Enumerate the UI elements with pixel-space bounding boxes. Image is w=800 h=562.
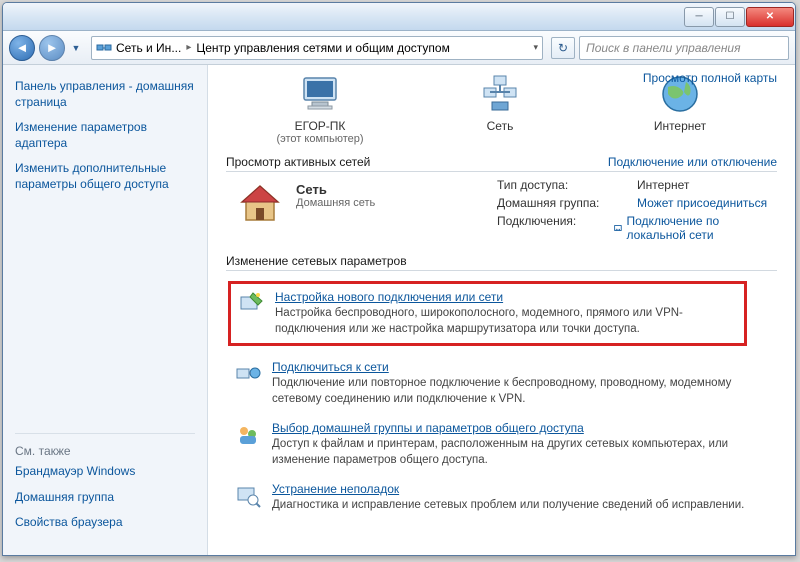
nav-history-dropdown[interactable]: ▼ xyxy=(69,35,83,61)
network-icon xyxy=(440,71,560,117)
home-network-icon xyxy=(238,182,282,226)
kv-key: Подключения: xyxy=(497,214,613,242)
homegroup-icon xyxy=(234,421,262,449)
task-title-link[interactable]: Подключиться к сети xyxy=(272,360,777,374)
breadcrumb-segment[interactable]: Центр управления сетями и общим доступом xyxy=(196,41,450,55)
network-type: Домашняя сеть xyxy=(296,197,375,209)
task-description: Настройка беспроводного, широкополосного… xyxy=(275,306,738,337)
network-name: Сеть xyxy=(296,182,375,197)
kv-key: Домашняя группа: xyxy=(497,196,637,210)
sidebar-link-home[interactable]: Панель управления - домашняя страница xyxy=(15,79,195,110)
connect-icon xyxy=(234,360,262,388)
sidebar: Панель управления - домашняя страница Из… xyxy=(3,65,208,555)
section-change-settings: Изменение сетевых параметров xyxy=(226,254,777,271)
main-pane: Просмотр полной карты ЕГОР-ПК (этот комп… xyxy=(208,65,795,555)
sidebar-link-browser-properties[interactable]: Свойства браузера xyxy=(15,515,195,531)
task-description: Доступ к файлам и принтерам, расположенн… xyxy=(272,437,777,468)
kv-key: Тип доступа: xyxy=(497,178,637,192)
breadcrumb-segment[interactable]: Сеть и Ин... xyxy=(116,41,181,55)
breadcrumb-separator: ▸ xyxy=(181,42,196,53)
computer-icon xyxy=(260,71,380,117)
search-input[interactable]: Поиск в панели управления xyxy=(579,36,789,60)
connect-to-network-item[interactable]: Подключиться к сети Подключение или повт… xyxy=(234,360,777,407)
map-node-sublabel: (этот компьютер) xyxy=(260,133,380,145)
section-active-networks: Просмотр активных сетей Подключение или … xyxy=(226,155,777,172)
sidebar-link-firewall[interactable]: Брандмауэр Windows xyxy=(15,464,195,480)
titlebar: ─ ☐ ✕ xyxy=(3,3,795,31)
address-dropdown-icon[interactable]: ▾ xyxy=(529,42,538,53)
map-node-label: Сеть xyxy=(440,119,560,133)
minimize-button[interactable]: ─ xyxy=(684,7,714,27)
wizard-icon xyxy=(237,290,265,318)
task-description: Подключение или повторное подключение к … xyxy=(272,376,777,407)
control-panel-window: ─ ☐ ✕ ◄ ► ▼ Сеть и Ин... ▸ Центр управле… xyxy=(2,2,796,556)
view-full-map-link[interactable]: Просмотр полной карты xyxy=(643,71,777,85)
forward-button[interactable]: ► xyxy=(39,35,65,61)
troubleshoot-icon xyxy=(234,482,262,510)
kv-value: Интернет xyxy=(637,178,689,192)
refresh-button[interactable]: ↻ xyxy=(551,37,575,59)
task-title-link[interactable]: Выбор домашней группы и параметров общег… xyxy=(272,421,777,435)
connection-link[interactable]: Подключение по локальной сети xyxy=(613,214,777,242)
section-title: Просмотр активных сетей xyxy=(226,155,370,169)
map-node-label: ЕГОР-ПК xyxy=(260,119,380,133)
setup-new-connection-item[interactable]: Настройка нового подключения или сети На… xyxy=(228,281,747,346)
map-node-this-pc: ЕГОР-ПК (этот компьютер) xyxy=(260,71,380,145)
ethernet-icon xyxy=(613,222,623,234)
maximize-button[interactable]: ☐ xyxy=(715,7,745,27)
network-settings-list: Настройка нового подключения или сети На… xyxy=(226,281,777,514)
homegroup-sharing-item[interactable]: Выбор домашней группы и параметров общег… xyxy=(234,421,777,468)
task-title-link[interactable]: Устранение неполадок xyxy=(272,482,744,496)
body: Панель управления - домашняя страница Из… xyxy=(3,65,795,555)
sidebar-link-homegroup[interactable]: Домашняя группа xyxy=(15,490,195,506)
toolbar: ◄ ► ▼ Сеть и Ин... ▸ Центр управления се… xyxy=(3,31,795,65)
task-title-link[interactable]: Настройка нового подключения или сети xyxy=(275,290,738,304)
sidebar-link-adapter-settings[interactable]: Изменение параметров адаптера xyxy=(15,120,195,151)
homegroup-link[interactable]: Может присоединиться xyxy=(637,196,767,210)
connect-disconnect-link[interactable]: Подключение или отключение xyxy=(608,155,777,169)
troubleshoot-item[interactable]: Устранение неполадок Диагностика и испра… xyxy=(234,482,777,514)
address-bar[interactable]: Сеть и Ин... ▸ Центр управления сетями и… xyxy=(91,36,543,60)
network-details-table: Тип доступа:Интернет Домашняя группа:Мож… xyxy=(497,178,777,246)
section-title: Изменение сетевых параметров xyxy=(226,254,407,268)
map-node-label: Интернет xyxy=(620,119,740,133)
close-button[interactable]: ✕ xyxy=(746,7,794,27)
task-description: Диагностика и исправление сетевых пробле… xyxy=(272,498,744,514)
sidebar-link-advanced-sharing[interactable]: Изменить дополнительные параметры общего… xyxy=(15,161,195,192)
back-button[interactable]: ◄ xyxy=(9,35,35,61)
network-center-icon xyxy=(96,40,112,56)
map-node-network: Сеть xyxy=(440,71,560,133)
active-network-block: Сеть Домашняя сеть Тип доступа:Интернет … xyxy=(226,178,777,246)
see-also-header: См. также xyxy=(15,433,195,458)
